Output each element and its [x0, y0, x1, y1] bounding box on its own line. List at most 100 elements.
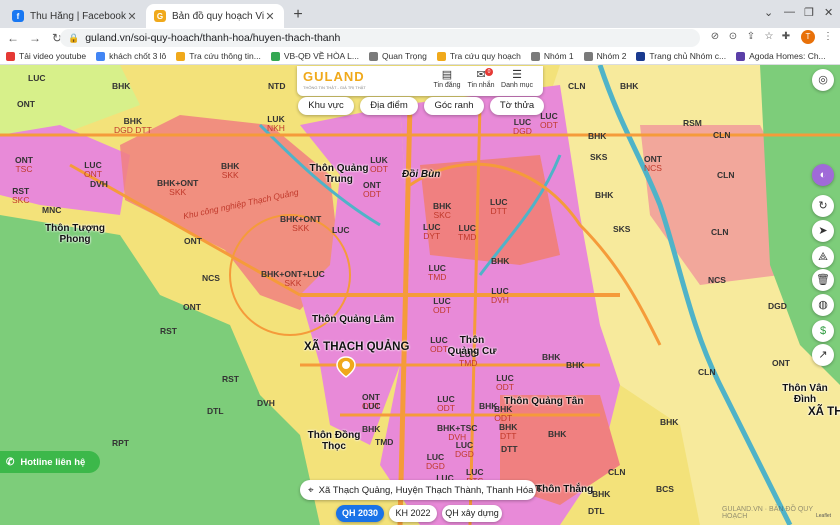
land-use-subcode: ODT — [370, 164, 388, 174]
land-use-label: SKS — [590, 153, 607, 162]
location-pin-icon[interactable] — [335, 356, 357, 378]
land-use-label: BHK+ONT SKK — [157, 179, 198, 197]
minimize-icon[interactable]: — — [784, 6, 795, 18]
land-use-label: BHK — [112, 82, 130, 91]
bookmark-item[interactable]: khách chốt 3 lô — [96, 51, 166, 61]
filter-dia-diem[interactable]: Địa điểm — [360, 97, 418, 115]
place-label: XÃ TH — [808, 406, 840, 418]
url-text: guland.vn/soi-quy-hoach/thanh-hoa/huyen-… — [85, 32, 341, 44]
close-icon[interactable]: ✕ — [264, 10, 276, 23]
tab-guland[interactable]: G Bản đồ quy hoạch Việt Nam, tỉ ✕ — [146, 4, 284, 28]
bookmark-item[interactable]: Trang chủ Nhóm c... — [636, 51, 726, 61]
chevron-down-icon[interactable]: ⌄ — [764, 6, 773, 19]
bookmark-icon — [270, 51, 280, 61]
place-label: XÃ THẠCH QUẢNG — [304, 341, 410, 353]
phone-icon: ✆ — [6, 456, 15, 468]
land-use-subcode: DTT — [490, 206, 507, 216]
land-use-label: LUC — [363, 402, 380, 411]
logo-tagline: THÔNG TIN THẬT - GIÁ TRỊ THẬT — [303, 85, 366, 90]
measure-icon[interactable]: ⟁ — [812, 246, 834, 268]
filter-to-thua[interactable]: Tờ thửa — [490, 97, 544, 115]
address-bar[interactable]: 🔒 guland.vn/soi-quy-hoach/thanh-hoa/huye… — [60, 29, 700, 47]
bookmark-item[interactable]: Tra cứu thông tin... — [176, 51, 261, 61]
locate-icon[interactable]: ◎ — [812, 69, 834, 91]
satellite-icon[interactable]: ◍ — [812, 294, 834, 316]
bookmark-item[interactable]: Nhóm 1 — [530, 51, 574, 61]
land-use-code: ONT — [183, 302, 201, 312]
bookmark-label: khách chốt 3 lô — [109, 51, 167, 61]
toolbar: ← → ↻ 🔒 guland.vn/soi-quy-hoach/thanh-ho… — [0, 28, 840, 48]
place-label: Thôn Quảng Lâm — [312, 314, 395, 325]
address-display[interactable]: ⌖ Xã Thạch Quảng, Huyện Thạch Thành, Tha… — [300, 480, 536, 500]
land-use-label: BHK+ONT SKK — [280, 215, 321, 233]
land-use-code: BHK — [566, 360, 585, 370]
tab-kh-2022[interactable]: KH 2022 — [389, 505, 437, 522]
browser-chrome: f Thu Hằng | Facebook ✕ G Bản đồ quy hoạ… — [0, 0, 840, 65]
extensions-icon[interactable]: ✚ — [779, 31, 793, 42]
land-use-subcode: TMD — [428, 272, 447, 282]
land-use-label: ONT TSC — [15, 156, 33, 174]
map-viewport[interactable]: Khu công nghiệp Thạch Quảng Thôn Quảng T… — [0, 65, 840, 525]
land-use-subcode: ONT — [84, 169, 102, 179]
site-header: GULAND THÔNG TIN THẬT - GIÁ TRỊ THẬT ▤ T… — [297, 66, 543, 96]
back-icon[interactable]: ← — [4, 31, 22, 45]
bookmark-item[interactable]: Quan Trọng — [368, 51, 427, 61]
bookmark-item[interactable]: Tải video youtube — [6, 51, 86, 61]
bookmark-item[interactable]: Agoda Homes: Ch... — [736, 51, 826, 61]
land-use-code: LUC — [363, 401, 381, 411]
land-use-label: LUC — [28, 74, 45, 83]
folder-icon — [368, 51, 378, 61]
land-use-label: LUC ODT — [430, 336, 448, 354]
bookmark-icon — [436, 51, 446, 61]
messages-button[interactable]: ✉ 0 Tin nhắn — [461, 68, 501, 89]
price-icon[interactable]: $ — [812, 320, 834, 342]
bookmark-item[interactable]: Tra cứu quy hoạch — [436, 51, 521, 61]
bookmark-item[interactable]: VB-QĐ VỀ HÒA L... — [270, 51, 359, 61]
logo[interactable]: GULAND — [303, 69, 365, 84]
land-use-label: ONT ODT — [363, 181, 381, 199]
tab-qh-2030[interactable]: QH 2030 — [336, 505, 384, 522]
delete-icon[interactable]: 🗑 — [812, 269, 834, 291]
land-use-label: LUC DGD — [426, 453, 445, 471]
land-use-label: DVH — [257, 399, 275, 408]
facebook-icon: f — [12, 10, 24, 22]
navigate-icon[interactable]: ➤ — [812, 220, 834, 242]
land-use-label: ONT — [184, 237, 202, 246]
close-icon[interactable]: ✕ — [126, 10, 138, 23]
more-icon[interactable]: ⋮ — [821, 31, 835, 42]
filter-khu-vuc[interactable]: Khu vực — [298, 97, 354, 115]
menu-button[interactable]: ☰ Danh mục — [497, 68, 537, 89]
bookmark-item[interactable]: Nhóm 2 — [583, 51, 626, 61]
blocked-icon[interactable]: ⊘ — [708, 31, 722, 42]
restore-icon[interactable]: ❐ — [804, 6, 814, 19]
close-window-icon[interactable]: ✕ — [824, 6, 833, 19]
lock-icon[interactable]: 🔒 — [68, 33, 79, 44]
hotline-button[interactable]: ✆ Hotline liên hệ — [0, 451, 100, 473]
message-icon: ✉ — [476, 69, 486, 81]
land-use-label: BHK — [566, 361, 584, 370]
land-use-label: CLN — [713, 131, 730, 140]
share-icon[interactable]: ↗ — [812, 344, 834, 366]
land-use-label: CLN — [698, 368, 715, 377]
land-use-label: RPT — [112, 439, 129, 448]
new-tab-button[interactable]: + — [289, 6, 307, 24]
land-use-code: BCS — [656, 484, 674, 494]
filter-goc-ranh[interactable]: Góc ranh — [424, 97, 484, 115]
tab-facebook[interactable]: f Thu Hằng | Facebook ✕ — [4, 4, 146, 28]
land-use-code: LUC — [332, 225, 350, 235]
land-use-code: NTD — [268, 81, 286, 91]
layer-toggle-icon[interactable]: ◐ — [812, 164, 834, 186]
share-icon[interactable]: ⇪ — [744, 31, 758, 42]
translate-icon[interactable]: ⊙ — [726, 31, 740, 42]
avatar[interactable]: T — [801, 30, 815, 44]
refresh-icon[interactable]: ↻ — [812, 195, 834, 217]
land-use-label: BHK DGD DTT — [114, 117, 152, 135]
tab-qh-xay-dung[interactable]: QH xây dựng — [442, 505, 502, 522]
land-use-label: NCS — [202, 274, 220, 283]
bookmark-label: VB-QĐ VỀ HÒA L... — [283, 51, 359, 61]
land-use-label: LUK NKH — [267, 115, 285, 133]
attribution-link[interactable]: Leaflet — [816, 513, 831, 519]
forward-icon[interactable]: → — [26, 31, 44, 45]
land-use-subcode: SKK — [292, 223, 310, 233]
star-icon[interactable]: ☆ — [762, 31, 776, 42]
